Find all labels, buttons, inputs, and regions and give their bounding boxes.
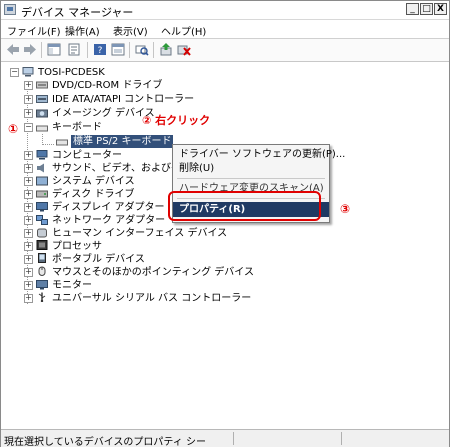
tree-item-label: ディスプレイ アダプター [52,202,165,213]
expand-icon[interactable]: + [24,177,33,186]
maximize-button[interactable]: □ [420,3,433,15]
tree-item-label: モニター [52,280,92,291]
expand-icon[interactable]: + [24,229,33,238]
expand-icon[interactable]: + [24,95,33,104]
annotation-step-1: ① [8,122,19,136]
computer-icon [22,67,34,77]
menu-action[interactable]: 操作(A) [65,23,100,38]
minimize-button[interactable]: _ [406,3,419,15]
scan-hardware-icon[interactable] [135,43,149,56]
menu-uninstall[interactable]: 削除(U) [173,161,329,176]
close-button[interactable]: X [434,3,447,15]
device-manager-icon [4,4,16,15]
tree-item-label: ヒューマン インターフェイス デバイス [52,228,228,239]
expand-icon[interactable]: + [24,216,33,225]
tree-item-label: キーボード [52,122,102,133]
tree-item-label: DVD/CD-ROM ドライブ [52,80,163,91]
usb-icon [38,292,46,302]
expand-icon[interactable]: + [24,190,33,199]
tree-item-label: イメージング デバイス [52,108,155,119]
expand-icon[interactable]: + [24,255,33,264]
tree-item-label: システム デバイス [52,176,135,187]
menu-bar: ファイル(F) 操作(A) 表示(V) ヘルプ(H) [1,20,449,39]
tree-item-label: プロセッサ [52,241,102,252]
disk-drive-icon [36,190,48,198]
processor-icon [36,240,48,250]
uninstall-icon[interactable] [177,43,191,56]
tree-item-label: コンピューター [52,150,122,161]
menu-separator [177,178,325,179]
menu-file[interactable]: ファイル(F) [7,23,61,38]
imaging-device-icon [36,109,48,118]
expand-icon[interactable]: + [24,281,33,290]
device-tree: − TOSI-PCDESK + DVD/CD-ROM ドライブ + IDE AT… [1,62,449,428]
display-adapter-icon [36,202,48,212]
mouse-icon [38,266,46,276]
tree-item-label: マウスとそのほかのポインティング デバイス [52,267,254,278]
status-divider [233,432,234,445]
expand-icon[interactable]: + [24,151,33,160]
menu-update-driver[interactable]: ドライバー ソフトウェアの更新(P)... [173,147,345,162]
properties-icon[interactable] [67,43,81,56]
expand-icon[interactable]: + [24,294,33,303]
speaker-icon [37,163,44,173]
hid-icon [37,228,47,238]
selected-device-label: 標準 PS/2 キーボード [71,135,174,148]
tree-item-label: ネットワーク アダプター [52,215,166,226]
update-driver-icon[interactable] [159,43,173,56]
device-manager-window: デバイス マネージャー _ □ X ファイル(F) 操作(A) 表示(V) ヘル… [0,0,450,448]
dvd-drive-icon [36,81,48,89]
expand-icon[interactable]: + [24,81,33,90]
tree-item-label: サウンド、ビデオ、およびゲー [52,163,191,174]
view-icon[interactable] [111,43,125,56]
help-icon[interactable]: ? [93,43,107,56]
highlight-box [168,191,321,221]
menu-help[interactable]: ヘルプ(H) [161,23,206,38]
title-bar: デバイス マネージャー _ □ X [1,1,449,20]
ide-controller-icon [36,95,48,103]
expand-icon[interactable]: + [24,268,33,277]
forward-arrow-icon[interactable] [23,43,37,56]
expand-icon[interactable]: + [24,242,33,251]
keyboard-icon [56,139,68,146]
tree-item-label: ディスク ドライブ [52,189,135,200]
expand-icon[interactable]: + [24,203,33,212]
annotation-step-3: ③ [340,202,351,216]
keyboard-icon [36,125,48,132]
back-arrow-icon[interactable] [6,43,20,56]
window-title: デバイス マネージャー [21,6,134,19]
status-bar: 現在選択しているデバイスのプロパティ シー [1,429,449,448]
annotation-step-2: ② 右クリック [142,114,211,127]
collapse-icon[interactable]: − [24,123,33,132]
tree-item-label: ユニバーサル シリアル バス コントローラー [52,293,252,304]
system-device-icon [36,176,48,186]
network-adapter-icon [36,215,48,225]
computer-icon [36,150,48,160]
svg-text:?: ? [98,46,103,56]
collapse-icon[interactable]: − [10,68,19,77]
menu-view[interactable]: 表示(V) [113,23,148,38]
status-divider [341,432,342,445]
status-text: 現在選択しているデバイスのプロパティ シー [4,437,206,448]
tree-item-label: IDE ATA/ATAPI コントローラー [52,94,195,105]
expand-icon[interactable]: + [24,109,33,118]
show-hide-tree-icon[interactable] [47,43,61,56]
expand-icon[interactable]: + [24,164,33,173]
portable-device-icon [38,253,46,263]
tree-root-label: TOSI-PCDESK [38,67,105,78]
toolbar: ? [1,39,449,62]
monitor-icon [36,280,48,290]
tree-item-label: ポータブル デバイス [52,254,145,265]
